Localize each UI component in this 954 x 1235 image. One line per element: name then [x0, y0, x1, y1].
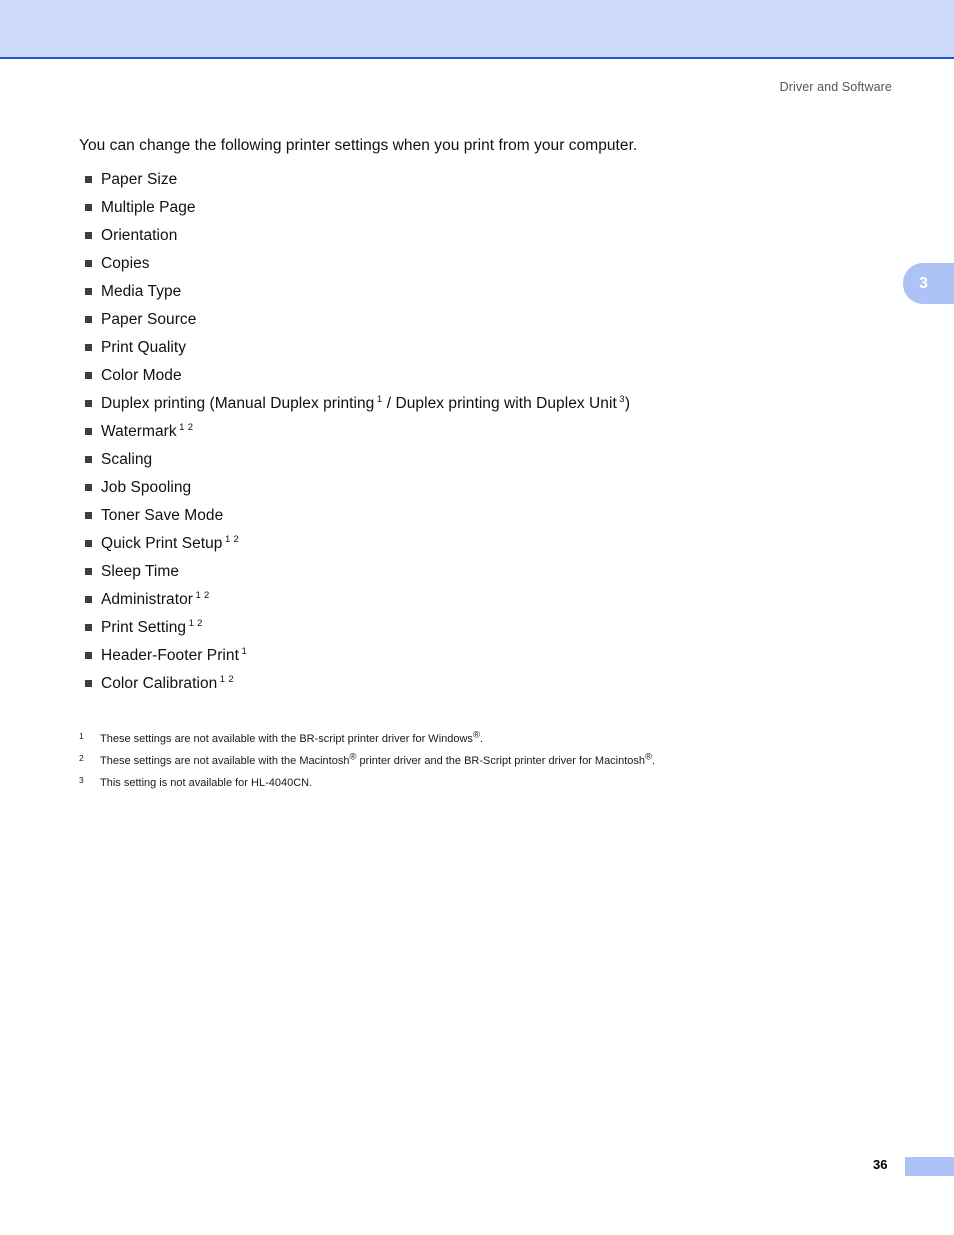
footnote: 3 This setting is not available for HL-40…	[79, 775, 879, 790]
list-item: Multiple Page	[79, 198, 879, 217]
footnote-ref: 1 2	[188, 617, 203, 629]
running-head: Driver and Software	[779, 80, 892, 94]
bullet-square-icon	[85, 512, 92, 519]
list-item: Print Quality	[79, 338, 879, 357]
bullet-square-icon	[85, 344, 92, 351]
bullet-square-icon	[85, 680, 92, 687]
list-item-label: Watermark	[101, 423, 177, 440]
bullet-square-icon	[85, 624, 92, 631]
chapter-tab-number: 3	[919, 274, 928, 292]
footnote-ref: 1 2	[195, 589, 210, 601]
footnote-text: This setting is not available for HL-404…	[100, 777, 313, 789]
bullet-square-icon	[85, 400, 92, 407]
main-content: You can change the following printer set…	[79, 136, 879, 702]
list-item-label: Color Calibration	[101, 675, 218, 692]
list-item-label: Job Spooling	[101, 479, 192, 496]
list-item-label: Quick Print Setup	[101, 535, 223, 552]
footnote-text: These settings are not available with th…	[100, 733, 473, 745]
list-item: Header-Footer Print 1	[79, 646, 879, 665]
list-item-label: Toner Save Mode	[101, 507, 224, 524]
list-item-label: Multiple Page	[101, 199, 196, 216]
list-item: Job Spooling	[79, 478, 879, 497]
duplex-part3: )	[624, 395, 631, 412]
list-item: Quick Print Setup 1 2	[79, 534, 879, 553]
bullet-square-icon	[85, 232, 92, 239]
list-item-label: Copies	[101, 255, 150, 272]
footnote-text-end: .	[652, 755, 656, 767]
bullet-square-icon	[85, 260, 92, 267]
list-item: Color Mode	[79, 366, 879, 385]
list-item-label: Header-Footer Print	[101, 647, 239, 664]
list-item: Scaling	[79, 450, 879, 469]
bullet-square-icon	[85, 456, 92, 463]
bullet-square-icon	[85, 484, 92, 491]
footnote-ref: 1 2	[224, 533, 240, 545]
list-item-label: Print Quality	[101, 339, 187, 356]
chapter-tab: 3	[903, 263, 954, 304]
page-number: 36	[873, 1157, 888, 1172]
list-item-label: Color Mode	[101, 367, 182, 384]
duplex-part1: Duplex printing (Manual Duplex printing	[101, 395, 375, 412]
list-item: Orientation	[79, 226, 879, 245]
list-item: Print Setting 1 2	[79, 618, 879, 637]
list-item: Watermark 1 2	[79, 422, 879, 441]
list-item-label: Scaling	[101, 451, 153, 468]
footnote: 1 These settings are not available with t…	[79, 730, 879, 746]
footnote-ref: 1 2	[219, 673, 234, 685]
footnote-ref: 1	[241, 645, 248, 657]
footnote-ref: 1 2	[179, 421, 194, 433]
list-item-label: Orientation	[101, 227, 178, 244]
settings-list: Paper Size Multiple Page Orientation Cop…	[79, 170, 879, 693]
bullet-square-icon	[85, 540, 92, 547]
list-item-label: Administrator	[101, 591, 193, 608]
footnote-number: 3	[79, 775, 84, 785]
list-item-label: Paper Source	[101, 311, 197, 328]
bullet-square-icon	[85, 372, 92, 379]
list-item: Paper Size	[79, 170, 879, 189]
bullet-square-icon	[85, 176, 92, 183]
footnote-text: These settings are not available with th…	[100, 755, 350, 767]
bullet-square-icon	[85, 204, 92, 211]
registered-mark-icon: ®	[645, 751, 653, 763]
list-item: Media Type	[79, 282, 879, 301]
list-item-label: Sleep Time	[101, 563, 180, 580]
duplex-part2: / Duplex printing with Duplex Unit	[386, 395, 617, 412]
list-item: Color Calibration 1 2	[79, 674, 879, 693]
list-item-label: Media Type	[101, 283, 182, 300]
bullet-square-icon	[85, 652, 92, 659]
footnote-ref: 1	[376, 393, 383, 405]
list-item: Administrator 1 2	[79, 590, 879, 609]
list-item: Sleep Time	[79, 562, 879, 581]
footnote-number: 1	[79, 731, 84, 741]
footer-accent-block	[905, 1157, 954, 1176]
bullet-square-icon	[85, 428, 92, 435]
registered-mark-icon: ®	[472, 729, 480, 741]
intro-paragraph: You can change the following printer set…	[79, 137, 638, 154]
list-item: Paper Source	[79, 310, 879, 329]
bullet-square-icon	[85, 316, 92, 323]
bullet-square-icon	[85, 568, 92, 575]
header-band	[0, 0, 954, 57]
list-item-label: Paper Size	[101, 171, 178, 188]
footnote-text-mid: printer driver and the BR-Script printer…	[356, 755, 646, 767]
list-item-duplex: Duplex printing (Manual Duplex printing 1…	[79, 394, 879, 413]
header-rule	[0, 57, 954, 59]
footnote-text-end: .	[479, 733, 483, 745]
footnote-number: 2	[79, 753, 84, 763]
footnotes-section: 1 These settings are not available with t…	[79, 730, 879, 799]
bullet-square-icon	[85, 596, 92, 603]
list-item: Toner Save Mode	[79, 506, 879, 525]
bullet-square-icon	[85, 288, 92, 295]
list-item: Copies	[79, 254, 879, 273]
footnote: 2 These settings are not available with t…	[79, 752, 879, 768]
list-item-label: Print Setting	[101, 619, 187, 636]
